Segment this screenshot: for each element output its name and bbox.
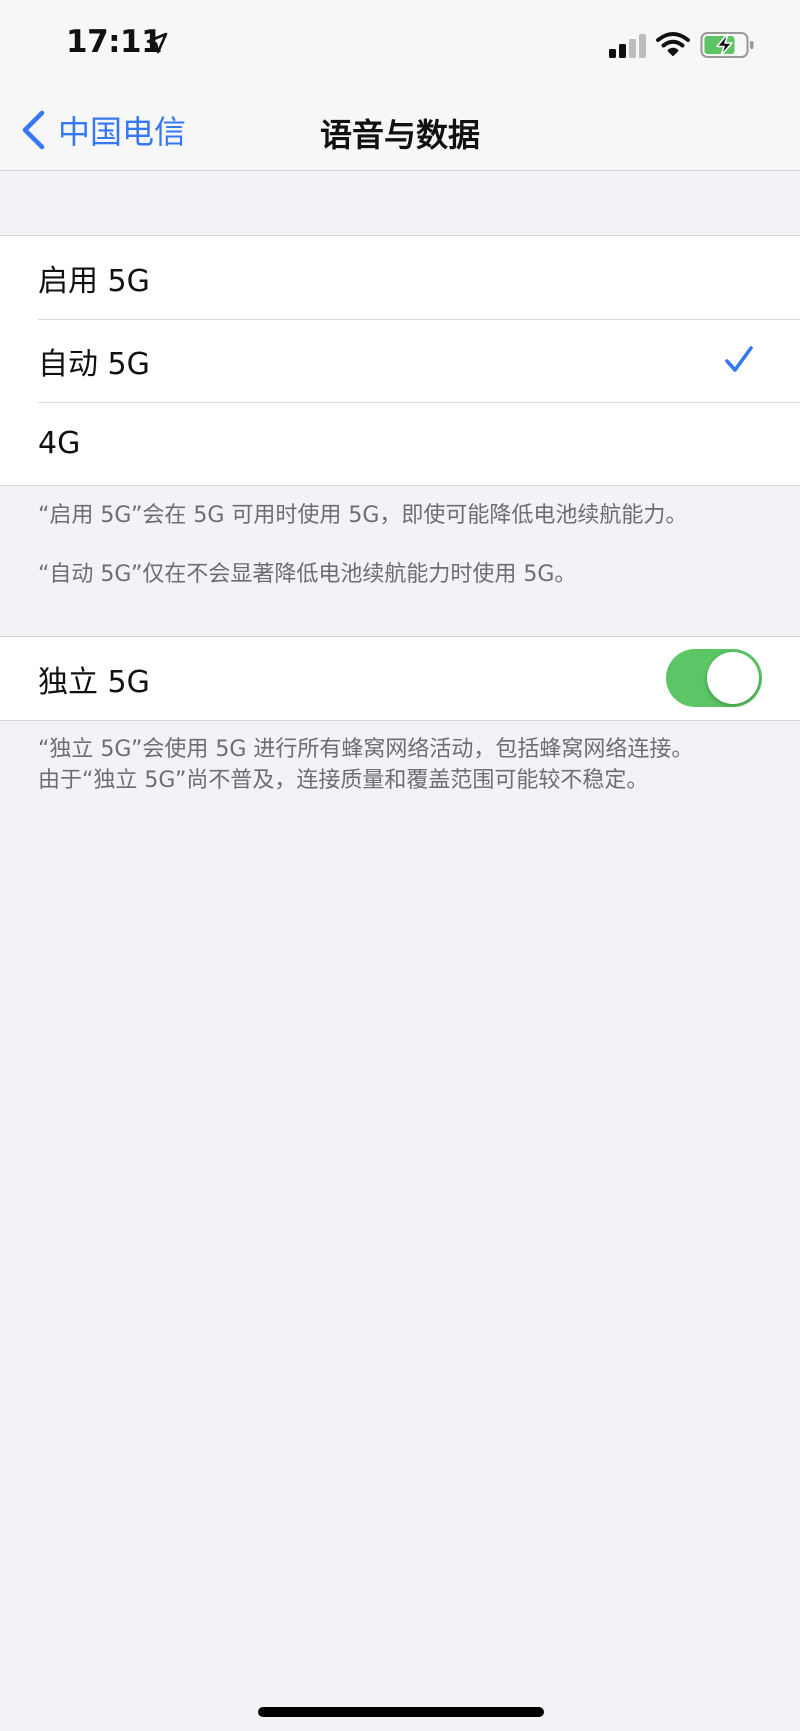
toggle-knob [707,652,759,704]
status-bar: 17:11 [0,0,800,92]
cellular-signal-icon [609,34,646,58]
standalone-footer-line-2: 由于“独立 5G”尚不普及，连接质量和覆盖范围可能较不稳定。 [38,768,649,793]
standalone-footer-line-1: “独立 5G”会使用 5G 进行所有蜂窝网络活动，包括蜂窝网络连接。 [38,737,694,762]
network-footer-line-1: “启用 5G”会在 5G 可用时使用 5G，即使可能降低电池续航能力。 [38,503,688,528]
network-footer-line-2: “自动 5G”仅在不会显著降低电池续航能力时使用 5G。 [38,562,577,587]
battery-charging-icon [700,32,754,58]
location-arrow-icon [146,32,168,54]
checkmark-icon [725,346,753,372]
option-enable-5g[interactable]: 启用 5G [0,236,800,319]
standalone-5g-toggle[interactable] [666,649,762,707]
standalone-5g-label: 独立 5G [38,664,150,700]
network-mode-group: 启用 5G 自动 5G 4G [0,235,800,486]
option-auto-5g[interactable]: 自动 5G [0,319,800,402]
page-title: 语音与数据 [319,116,480,154]
option-label: 4G [38,426,81,461]
standalone-5g-row: 独立 5G [0,637,800,720]
home-indicator[interactable] [258,1707,544,1717]
option-label: 启用 5G [38,263,150,299]
option-label: 自动 5G [38,346,150,382]
standalone-5g-group: 独立 5G [0,636,800,721]
wifi-icon [656,32,690,56]
navigation-bar: 中国电信 语音与数据 [0,92,800,171]
option-4g[interactable]: 4G [0,402,800,485]
